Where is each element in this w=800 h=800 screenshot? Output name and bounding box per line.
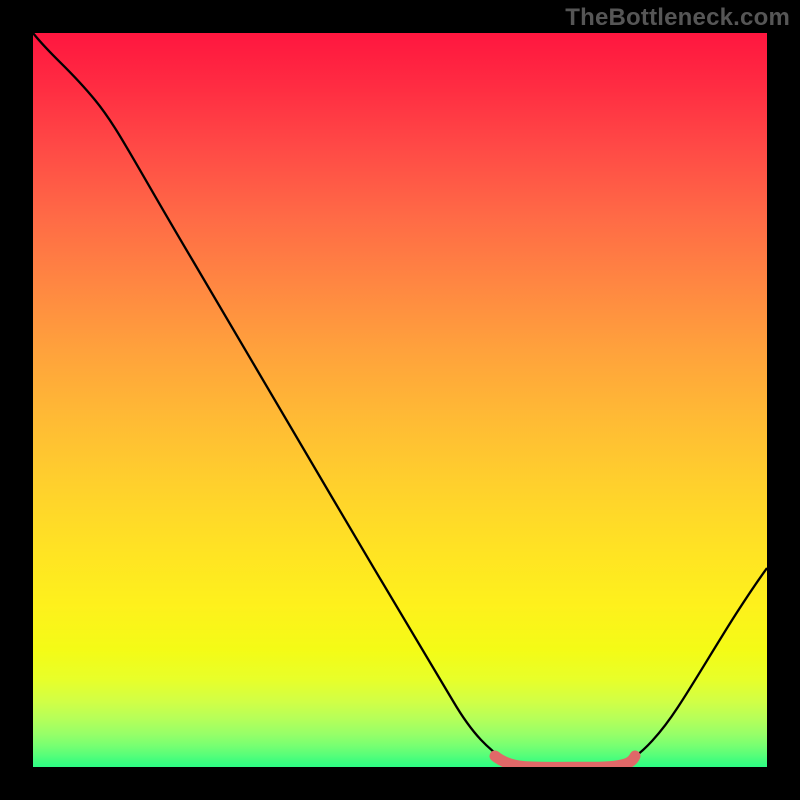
curve-layer xyxy=(33,33,767,767)
black-curve-path xyxy=(33,33,767,767)
red-bottom-highlight-path xyxy=(495,756,635,767)
plot-area xyxy=(33,33,767,767)
watermark-text: TheBottleneck.com xyxy=(565,4,790,32)
chart-frame: TheBottleneck.com xyxy=(0,0,800,800)
